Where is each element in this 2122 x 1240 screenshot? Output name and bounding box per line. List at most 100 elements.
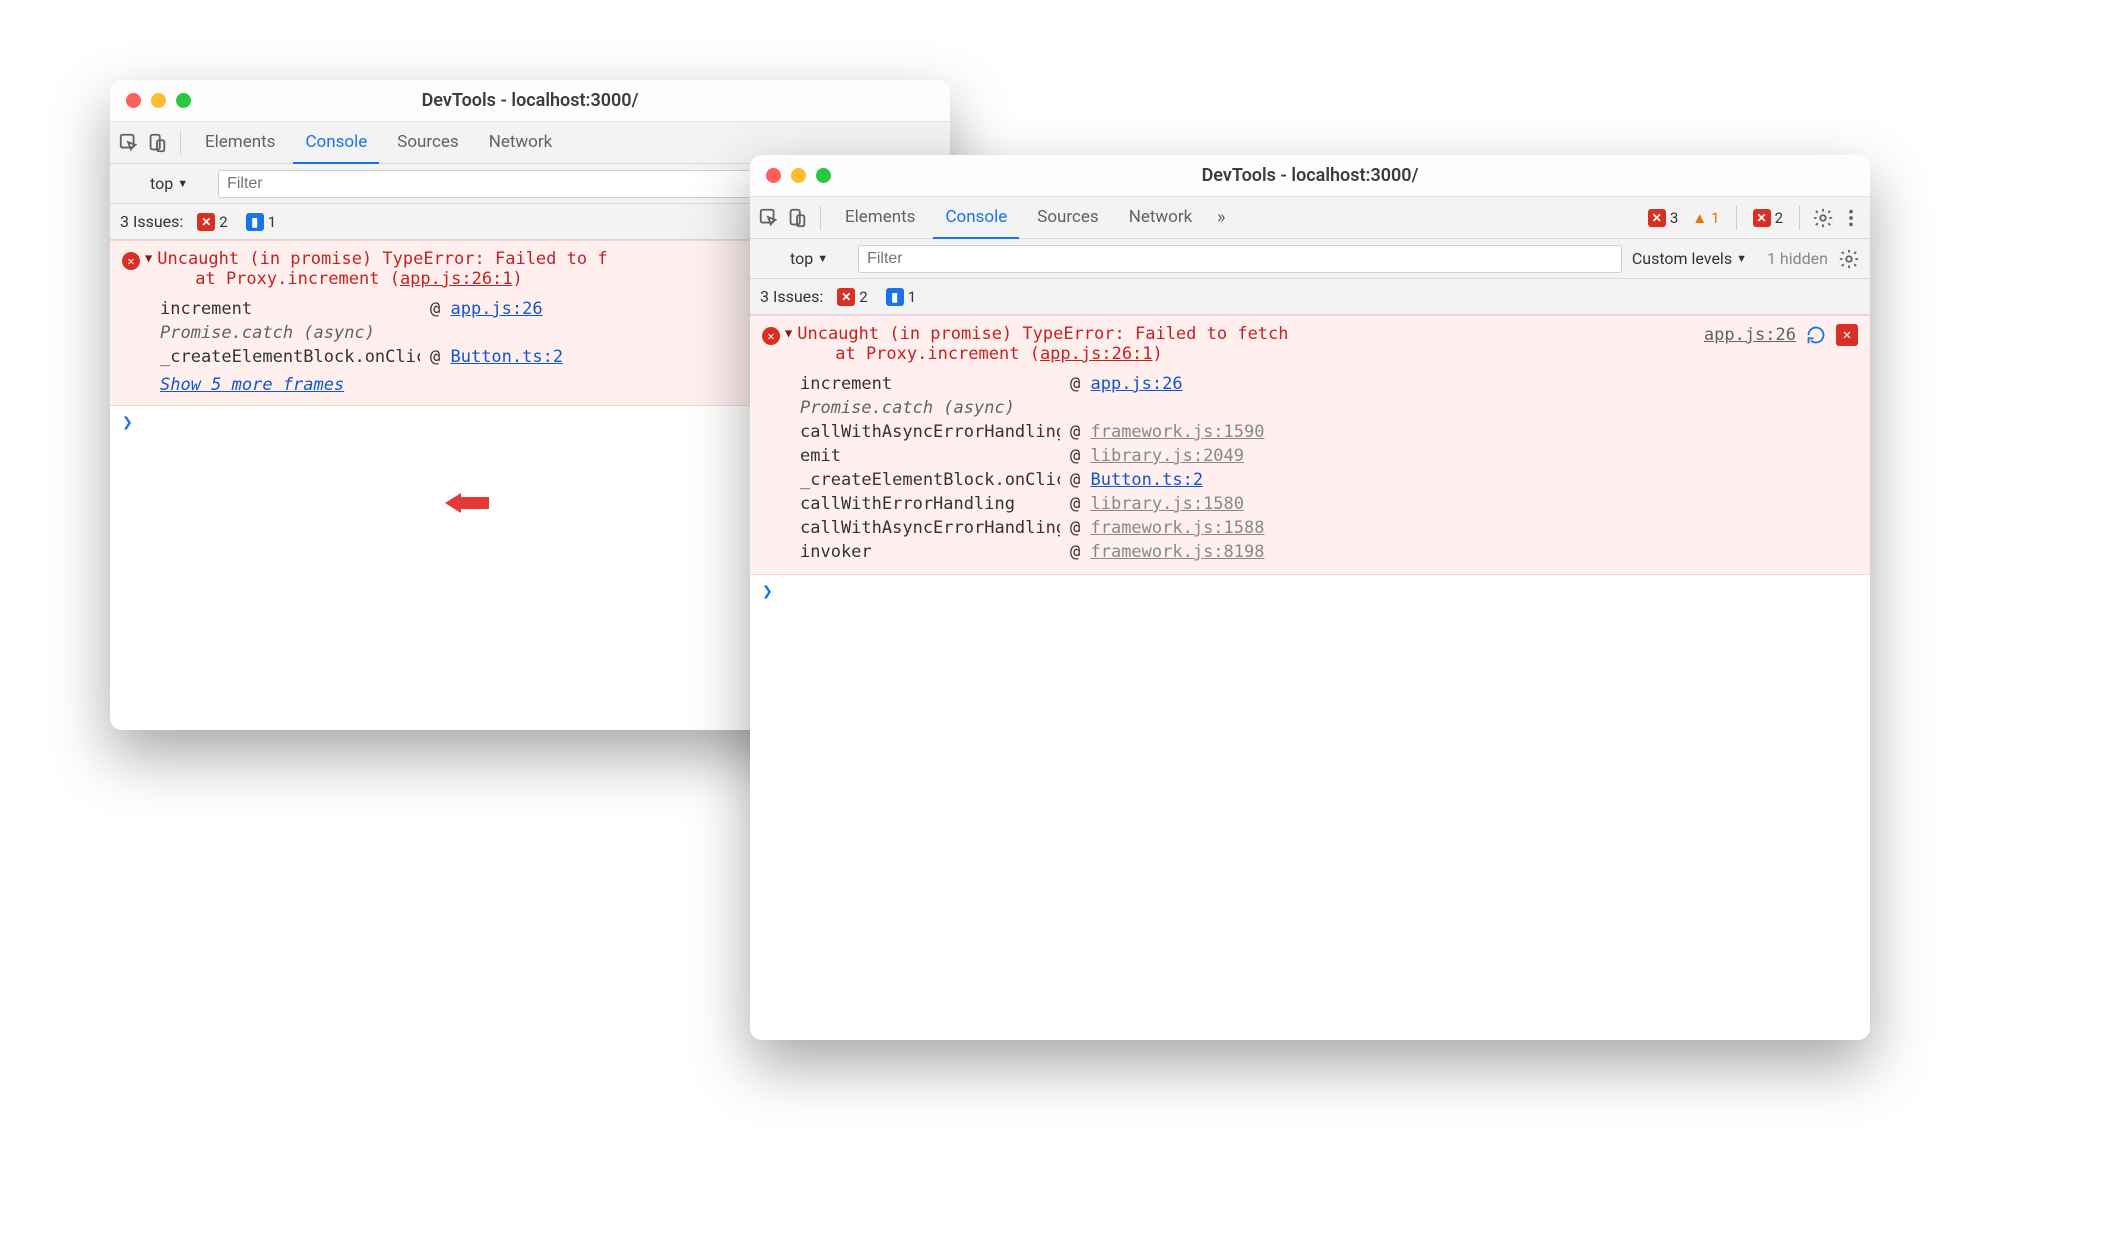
show-more-frames-link[interactable]: Show 5 more frames: [122, 371, 344, 397]
at-symbol: @: [430, 299, 450, 319]
refresh-icon[interactable]: [1806, 325, 1826, 345]
stack-source-link[interactable]: framework.js:8198: [1090, 542, 1264, 562]
stack-frame: increment @ app.js:26: [800, 372, 1846, 396]
error-icon: ✕: [837, 288, 855, 306]
error-message: Uncaught (in promise) TypeError: Failed …: [797, 324, 1288, 364]
tab-console[interactable]: Console: [293, 122, 379, 164]
stack-frame: _createElementBlock.onClick @ Button.ts:2: [800, 468, 1846, 492]
at-symbol: @: [1070, 470, 1090, 490]
stack-function: _createElementBlock.onClick: [800, 470, 1060, 490]
issues-info-badge[interactable]: ▮1: [882, 288, 920, 306]
tabbar-msg-badge[interactable]: ✕2: [1749, 209, 1787, 227]
window-title: DevTools - localhost:3000/: [750, 165, 1870, 186]
stack-function: increment: [160, 299, 420, 319]
stack-function: invoker: [800, 542, 1060, 562]
collapse-toggle[interactable]: ▶: [143, 255, 157, 262]
titlebar: DevTools - localhost:3000/: [110, 80, 950, 122]
error-icon: ✕: [762, 327, 780, 345]
stack-frame: Promise.catch (async): [800, 396, 1846, 420]
device-toolbar-icon[interactable]: [786, 207, 808, 229]
maximize-button[interactable]: [816, 168, 831, 183]
device-toolbar-icon[interactable]: [146, 132, 168, 154]
close-button[interactable]: [126, 93, 141, 108]
console-toolbar: top ▼ Custom levels ▼ 1 hidden: [750, 239, 1870, 279]
info-icon: ▮: [246, 213, 264, 231]
stack-function: Promise.catch (async): [800, 398, 1060, 418]
inspect-icon[interactable]: [758, 207, 780, 229]
source-link[interactable]: app.js:26:1: [400, 269, 513, 289]
stack-source-link[interactable]: Button.ts:2: [450, 347, 563, 367]
issues-error-badge[interactable]: ✕2: [833, 288, 871, 306]
source-link[interactable]: app.js:26:1: [1040, 344, 1153, 364]
collapse-toggle[interactable]: ▶: [783, 330, 797, 337]
at-symbol: @: [1070, 542, 1090, 562]
minimize-button[interactable]: [151, 93, 166, 108]
stack-source-link[interactable]: framework.js:1590: [1090, 422, 1264, 442]
devtools-window-expanded: DevTools - localhost:3000/ Elements Cons…: [750, 155, 1870, 1040]
stack-function: _createElementBlock.onClick: [160, 347, 420, 367]
stack-frame: callWithAsyncErrorHandling @ framework.js…: [800, 420, 1846, 444]
stack-frame: callWithErrorHandling @ library.js:1580: [800, 492, 1846, 516]
tabbar-error-badge[interactable]: ✕3: [1644, 209, 1682, 227]
error-icon: ✕: [122, 252, 140, 270]
tab-elements[interactable]: Elements: [833, 197, 927, 239]
console-prompt[interactable]: ❯: [750, 575, 1870, 608]
stack-function: callWithErrorHandling: [800, 494, 1060, 514]
issues-label: 3 Issues:: [760, 287, 823, 306]
error-icon: ✕: [197, 213, 215, 231]
context-selector[interactable]: top ▼: [790, 249, 828, 268]
context-label: top: [790, 249, 813, 268]
maximize-button[interactable]: [176, 93, 191, 108]
stack-source-link[interactable]: app.js:26: [450, 299, 542, 319]
tab-sources[interactable]: Sources: [1025, 197, 1110, 239]
stack-source-link[interactable]: library.js:2049: [1090, 446, 1244, 466]
error-message: Uncaught (in promise) TypeError: Failed …: [157, 249, 607, 289]
filter-input[interactable]: [858, 245, 1622, 273]
stack-frame: callWithAsyncErrorHandling @ framework.js…: [800, 516, 1846, 540]
context-label: top: [150, 174, 173, 193]
error-chip-icon[interactable]: ✕: [1836, 324, 1858, 346]
issues-error-badge[interactable]: ✕2: [193, 213, 231, 231]
more-tabs-icon[interactable]: »: [1210, 207, 1232, 229]
error-icon: ✕: [1753, 209, 1771, 227]
stack-function: increment: [800, 374, 1060, 394]
at-symbol: @: [1070, 518, 1090, 538]
stack-function: Promise.catch (async): [160, 323, 420, 343]
issues-label: 3 Issues:: [120, 212, 183, 231]
traffic-lights: [110, 93, 191, 108]
minimize-button[interactable]: [791, 168, 806, 183]
more-icon[interactable]: [1840, 207, 1862, 229]
settings-icon[interactable]: [1812, 207, 1834, 229]
at-symbol: @: [1070, 494, 1090, 514]
tab-elements[interactable]: Elements: [193, 122, 287, 164]
stack-frame: emit@ library.js:2049: [800, 444, 1846, 468]
stack-source-link[interactable]: library.js:1580: [1090, 494, 1244, 514]
tab-console[interactable]: Console: [933, 197, 1019, 239]
stack-frame: invoker @ framework.js:8198: [800, 540, 1846, 564]
stack-source-link[interactable]: Button.ts:2: [1090, 470, 1203, 490]
window-title: DevTools - localhost:3000/: [110, 90, 950, 111]
console-error-entry: app.js:26 ✕ ✕ ▶ Uncaught (in promise) Ty…: [750, 315, 1870, 575]
log-levels-selector[interactable]: Custom levels ▼: [1632, 249, 1747, 268]
console-settings-icon[interactable]: [1838, 248, 1860, 270]
stack-source-link[interactable]: app.js:26: [1090, 374, 1182, 394]
tab-bar: Elements Console Sources Network » ✕3 ▲ …: [750, 197, 1870, 239]
stack-function: callWithAsyncErrorHandling: [800, 422, 1060, 442]
at-symbol: @: [1070, 374, 1090, 394]
at-symbol: @: [1070, 422, 1090, 442]
titlebar: DevTools - localhost:3000/: [750, 155, 1870, 197]
tab-network[interactable]: Network: [477, 122, 565, 164]
tabbar-warn-badge[interactable]: ▲ 1: [1688, 209, 1723, 227]
stack-source-link[interactable]: framework.js:1588: [1090, 518, 1264, 538]
source-link[interactable]: app.js:26: [1704, 325, 1796, 345]
stack-trace: increment @ app.js:26 Promise.catch (async…: [762, 364, 1846, 566]
tab-network[interactable]: Network: [1117, 197, 1205, 239]
stack-function: callWithAsyncErrorHandling: [800, 518, 1060, 538]
issues-info-badge[interactable]: ▮1: [242, 213, 280, 231]
context-selector[interactable]: top ▼: [150, 174, 188, 193]
close-button[interactable]: [766, 168, 781, 183]
tab-sources[interactable]: Sources: [385, 122, 470, 164]
at-symbol: @: [430, 347, 450, 367]
stack-function: emit: [800, 446, 1060, 466]
inspect-icon[interactable]: [118, 132, 140, 154]
